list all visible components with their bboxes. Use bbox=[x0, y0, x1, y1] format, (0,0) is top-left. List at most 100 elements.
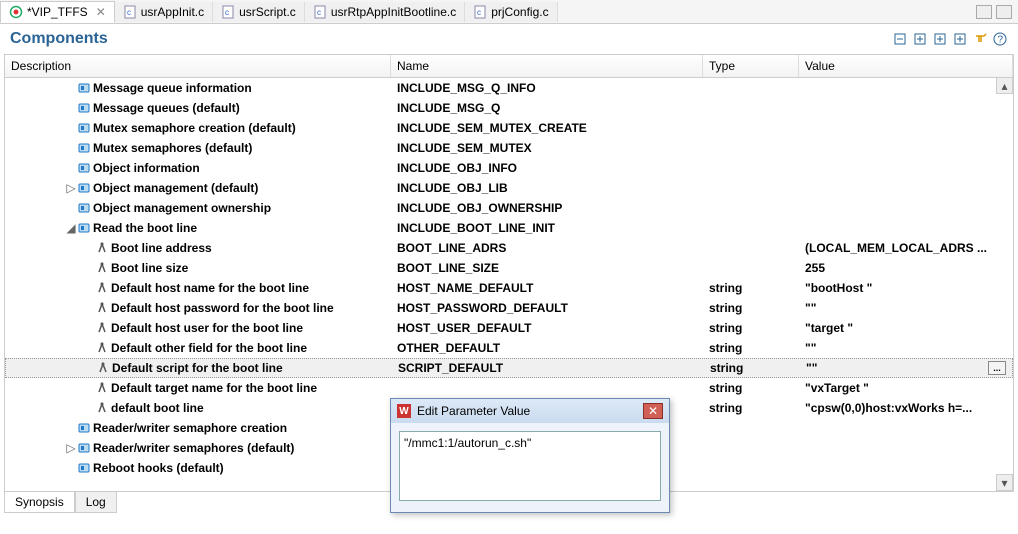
tree-row[interactable]: Object management ownership INCLUDE_OBJ_O… bbox=[5, 198, 1013, 218]
cell-description: Message queue information bbox=[5, 81, 391, 95]
parameter-icon bbox=[95, 281, 109, 295]
dialog-title: Edit Parameter Value bbox=[417, 404, 637, 418]
svg-text:c: c bbox=[127, 8, 131, 17]
col-name[interactable]: Name bbox=[391, 55, 703, 77]
tree-row[interactable]: ▷Object management (default)INCLUDE_OBJ_… bbox=[5, 178, 1013, 198]
window-controls bbox=[976, 5, 1018, 19]
cell-description: ▷Reader/writer semaphores (default) bbox=[5, 441, 391, 455]
cell-type: string bbox=[703, 321, 799, 335]
col-type[interactable]: Type bbox=[703, 55, 799, 77]
parameter-icon bbox=[95, 301, 109, 315]
tree-row[interactable]: Default host password for the boot lineH… bbox=[5, 298, 1013, 318]
collapse-icon[interactable]: ◢ bbox=[65, 221, 77, 235]
scroll-down-icon[interactable]: ▾ bbox=[996, 474, 1013, 491]
target-icon bbox=[9, 5, 23, 19]
tab-label: prjConfig.c bbox=[491, 5, 548, 19]
tree-row[interactable]: Object informationINCLUDE_OBJ_INFO bbox=[5, 158, 1013, 178]
cell-description: ▷ Object management (default) bbox=[5, 181, 391, 195]
tree-row[interactable]: Boot line sizeBOOT_LINE_SIZE255 bbox=[5, 258, 1013, 278]
tree-row[interactable]: Default host user for the boot lineHOST_… bbox=[5, 318, 1013, 338]
cell-description: Boot line address bbox=[5, 241, 391, 255]
edit-value-button[interactable]: ... bbox=[988, 361, 1006, 375]
parameter-value-input[interactable] bbox=[399, 431, 661, 501]
close-icon[interactable]: ✕ bbox=[96, 5, 106, 19]
tree-row[interactable]: Message queue information INCLUDE_MSG_Q_I… bbox=[5, 78, 1013, 98]
value-text: "bootHost " bbox=[805, 281, 872, 295]
expand-icon[interactable] bbox=[912, 31, 928, 47]
scroll-up-icon[interactable]: ▴ bbox=[996, 77, 1013, 94]
description-text: Boot line address bbox=[111, 241, 212, 255]
component-icon bbox=[77, 161, 91, 175]
tree-row[interactable]: Mutex semaphores (default)INCLUDE_SEM_MU… bbox=[5, 138, 1013, 158]
tree-row[interactable]: Message queues (default)INCLUDE_MSG_Q bbox=[5, 98, 1013, 118]
tab-usrscript[interactable]: c usrScript.c bbox=[213, 2, 305, 22]
cell-value: "cpsw(0,0)host:vxWorks h=... bbox=[799, 401, 1013, 415]
tab-synopsis[interactable]: Synopsis bbox=[4, 492, 75, 513]
cell-type: string bbox=[703, 381, 799, 395]
cell-name: OTHER_DEFAULT bbox=[391, 341, 703, 355]
collapse-all-icon[interactable] bbox=[892, 31, 908, 47]
description-text: Object management (default) bbox=[93, 181, 258, 195]
tab-usrrtpappinit[interactable]: c usrRtpAppInitBootline.c bbox=[305, 2, 465, 22]
cell-description: Reboot hooks (default) bbox=[5, 461, 391, 475]
tab-prjconfig[interactable]: c prjConfig.c bbox=[465, 2, 557, 22]
filter-icon[interactable] bbox=[972, 31, 988, 47]
help-icon[interactable]: ? bbox=[992, 31, 1008, 47]
tree-row[interactable]: Default target name for the boot linestr… bbox=[5, 378, 1013, 398]
app-icon: W bbox=[397, 404, 411, 418]
tree-row[interactable]: Default other field for the boot lineOTH… bbox=[5, 338, 1013, 358]
col-value[interactable]: Value bbox=[799, 55, 1013, 77]
cell-name: BOOT_LINE_ADRS bbox=[391, 241, 703, 255]
description-text: Mutex semaphores (default) bbox=[93, 141, 252, 155]
tab-vip-tffs[interactable]: *VIP_TFFS ✕ bbox=[0, 1, 115, 23]
cell-name: HOST_NAME_DEFAULT bbox=[391, 281, 703, 295]
cell-type: string bbox=[704, 361, 800, 375]
description-text: Object management ownership bbox=[93, 201, 271, 215]
cell-name: INCLUDE_OBJ_OWNERSHIP bbox=[391, 201, 703, 215]
cell-value[interactable]: ""... bbox=[800, 361, 1012, 375]
cell-description: Default other field for the boot line bbox=[5, 341, 391, 355]
minimize-button[interactable] bbox=[976, 5, 992, 19]
parameter-icon bbox=[95, 241, 109, 255]
expand-all-icon[interactable] bbox=[952, 31, 968, 47]
cell-type: string bbox=[703, 301, 799, 315]
component-icon bbox=[77, 421, 91, 435]
cell-value: (LOCAL_MEM_LOCAL_ADRS ... bbox=[799, 241, 1013, 255]
value-text: "" bbox=[805, 341, 816, 355]
col-description[interactable]: Description bbox=[5, 55, 391, 77]
value-text: "" bbox=[805, 301, 816, 315]
cell-description: Object information bbox=[5, 161, 391, 175]
tree-row[interactable]: ◢Read the boot lineINCLUDE_BOOT_LINE_INI… bbox=[5, 218, 1013, 238]
expand-icon[interactable]: ▷ bbox=[65, 441, 77, 455]
value-text: "target " bbox=[805, 321, 853, 335]
section-header: Components ? bbox=[0, 24, 1018, 54]
tree-row[interactable]: Boot line address BOOT_LINE_ADRS (LOCAL_ME… bbox=[5, 238, 1013, 258]
tab-usrappinit[interactable]: c usrAppInit.c bbox=[115, 2, 213, 22]
component-icon bbox=[77, 201, 91, 215]
cfile-icon: c bbox=[313, 5, 327, 19]
cell-value: "target " bbox=[799, 321, 1013, 335]
expand-icon[interactable]: ▷ bbox=[65, 181, 77, 195]
value-text: 255 bbox=[805, 261, 825, 275]
cell-type: string bbox=[703, 281, 799, 295]
description-text: Default host password for the boot line bbox=[111, 301, 334, 315]
cell-description: Reader/writer semaphore creation bbox=[5, 421, 391, 435]
expand-icon-2[interactable] bbox=[932, 31, 948, 47]
description-text: Message queue information bbox=[93, 81, 252, 95]
description-text: Message queues (default) bbox=[93, 101, 240, 115]
tab-log[interactable]: Log bbox=[75, 492, 117, 513]
tree-row[interactable]: Default host name for the boot lineHOST_… bbox=[5, 278, 1013, 298]
description-text: Boot line size bbox=[111, 261, 188, 275]
svg-text:c: c bbox=[317, 8, 321, 17]
cell-name: INCLUDE_MSG_Q_INFO bbox=[391, 81, 703, 95]
dialog-titlebar[interactable]: W Edit Parameter Value ✕ bbox=[391, 399, 669, 423]
close-icon[interactable]: ✕ bbox=[643, 403, 663, 419]
tab-label: *VIP_TFFS bbox=[27, 5, 88, 19]
tree-row[interactable]: Default script for the boot lineSCRIPT_D… bbox=[5, 358, 1013, 378]
maximize-button[interactable] bbox=[996, 5, 1012, 19]
cell-description: Message queues (default) bbox=[5, 101, 391, 115]
parameter-icon bbox=[96, 361, 110, 375]
cell-description: Boot line size bbox=[5, 261, 391, 275]
tree-row[interactable]: Mutex semaphore creation (default)INCLUD… bbox=[5, 118, 1013, 138]
value-text: "cpsw(0,0)host:vxWorks h=... bbox=[805, 401, 972, 415]
